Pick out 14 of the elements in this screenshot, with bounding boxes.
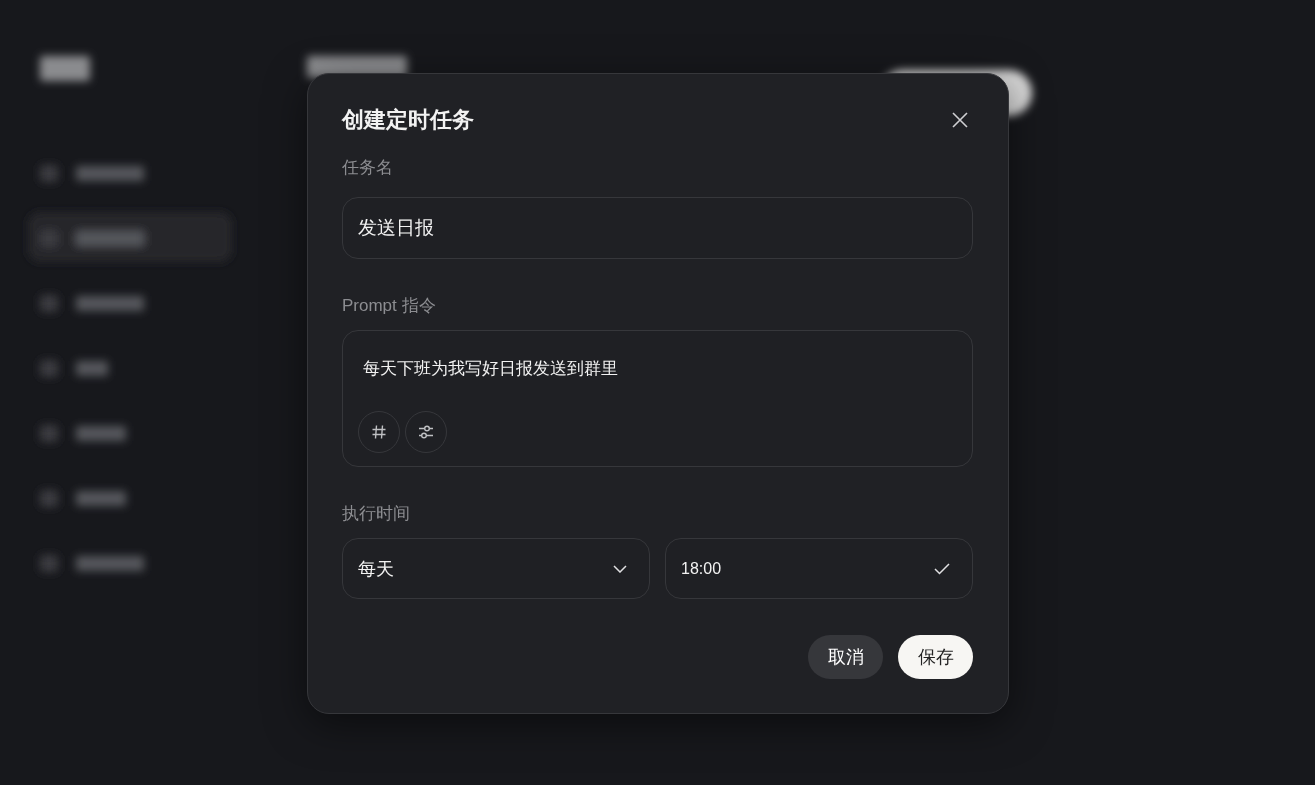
save-button[interactable]: 保存	[898, 635, 973, 679]
time-field[interactable]: 18:00	[665, 538, 973, 599]
field-label: 任务名	[342, 158, 394, 178]
prompt-field[interactable]: 每天下班为我写好日报发送到群里	[342, 329, 973, 467]
cancel-button[interactable]: 取消	[808, 635, 883, 679]
dialog-title: 创建定时任务	[342, 106, 474, 134]
field-label: Prompt 指令	[342, 295, 437, 316]
field-label: 执行时间	[342, 504, 411, 524]
task-name-field[interactable]: 发送日报	[342, 197, 973, 259]
close-icon[interactable]	[951, 111, 969, 129]
chevron-down-icon	[613, 564, 627, 573]
hash-icon	[371, 423, 387, 440]
frequency-select[interactable]: 每天	[342, 538, 650, 599]
check-icon	[934, 562, 950, 575]
